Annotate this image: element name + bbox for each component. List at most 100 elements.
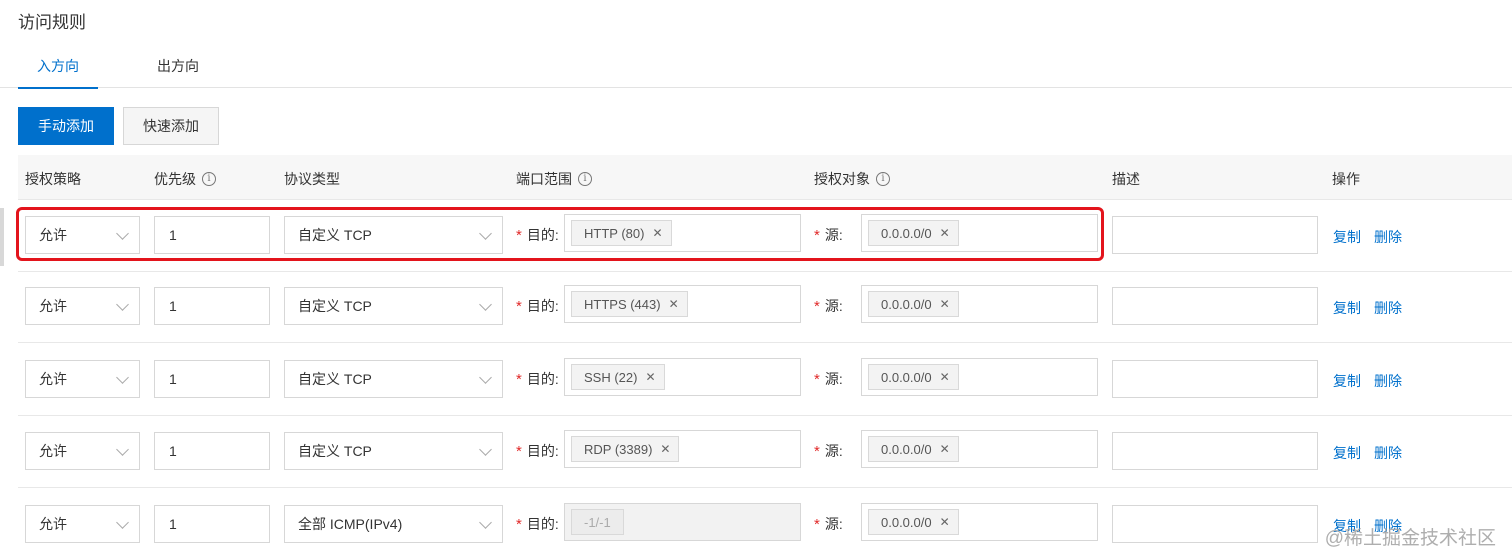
port-tag-label: RDP (3389) — [584, 441, 653, 457]
policy-select[interactable]: 允许 — [25, 432, 140, 470]
close-icon[interactable]: ✕ — [940, 370, 950, 384]
delete-link[interactable]: 删除 — [1374, 443, 1402, 463]
source-field[interactable]: 0.0.0.0/0 ✕ — [861, 214, 1098, 252]
port-range-field[interactable]: HTTPS (443) ✕ — [564, 285, 801, 323]
description-input[interactable] — [1112, 287, 1318, 325]
policy-select[interactable]: 允许 — [25, 505, 140, 543]
tab-outbound[interactable]: 出方向 — [157, 56, 199, 88]
priority-value: 1 — [169, 371, 177, 387]
source-field[interactable]: 0.0.0.0/0 ✕ — [861, 285, 1098, 323]
priority-input[interactable]: 1 — [154, 432, 270, 470]
protocol-select[interactable]: 自定义 TCP — [284, 287, 503, 325]
copy-link[interactable]: 复制 — [1333, 227, 1361, 247]
dest-label: * 目的: — [516, 287, 559, 325]
delete-link[interactable]: 删除 — [1374, 227, 1402, 247]
close-icon[interactable]: ✕ — [940, 442, 950, 456]
port-tag: SSH (22) ✕ — [571, 364, 665, 390]
drag-handle[interactable] — [0, 208, 4, 266]
priority-value: 1 — [169, 227, 177, 243]
close-icon[interactable]: ✕ — [645, 370, 655, 384]
port-range-field[interactable]: SSH (22) ✕ — [564, 358, 801, 396]
table-row: 允许 1 自定义 TCP * 目的: HTTP (80) ✕ * 源: 0.0.0.0/0 ✕ 复制删… — [18, 200, 1512, 272]
port-tag: RDP (3389) ✕ — [571, 436, 680, 462]
close-icon[interactable]: ✕ — [940, 515, 950, 529]
source-label: * 源: — [814, 505, 843, 543]
source-tag-label: 0.0.0.0/0 — [881, 369, 932, 385]
priority-input[interactable]: 1 — [154, 216, 270, 254]
copy-link[interactable]: 复制 — [1333, 371, 1361, 391]
policy-select[interactable]: 允许 — [25, 216, 140, 254]
copy-link[interactable]: 复制 — [1333, 443, 1361, 463]
source-label: * 源: — [814, 216, 843, 254]
copy-link[interactable]: 复制 — [1333, 298, 1361, 318]
col-description-label: 描述 — [1112, 171, 1140, 187]
source-field[interactable]: 0.0.0.0/0 ✕ — [861, 503, 1098, 541]
source-label-text: 源: — [824, 371, 843, 387]
dest-label-text: 目的: — [526, 298, 559, 314]
required-mark: * — [814, 442, 820, 460]
priority-value: 1 — [169, 516, 177, 532]
protocol-select[interactable]: 自定义 TCP — [284, 216, 503, 254]
chevron-down-icon — [479, 371, 492, 384]
source-field[interactable]: 0.0.0.0/0 ✕ — [861, 358, 1098, 396]
protocol-select[interactable]: 自定义 TCP — [284, 360, 503, 398]
col-policy: 授权策略 — [25, 169, 81, 189]
close-icon[interactable]: ✕ — [669, 297, 679, 311]
source-label: * 源: — [814, 432, 843, 470]
source-field[interactable]: 0.0.0.0/0 ✕ — [861, 430, 1098, 468]
description-input[interactable] — [1112, 432, 1318, 470]
col-protocol: 协议类型 — [284, 169, 340, 189]
close-icon[interactable]: ✕ — [940, 226, 950, 240]
col-port-range: 端口范围 i — [516, 169, 592, 189]
info-icon[interactable]: i — [202, 172, 216, 186]
delete-link[interactable]: 删除 — [1374, 298, 1402, 318]
source-tag-label: 0.0.0.0/0 — [881, 514, 932, 530]
description-input[interactable] — [1112, 216, 1318, 254]
priority-input[interactable]: 1 — [154, 360, 270, 398]
priority-value: 1 — [169, 443, 177, 459]
port-range-field[interactable]: -1/-1 — [564, 503, 801, 541]
page-title: 访问规则 — [18, 13, 86, 32]
protocol-value: 自定义 TCP — [298, 443, 372, 459]
priority-input[interactable]: 1 — [154, 505, 270, 543]
quick-add-button[interactable]: 快速添加 — [123, 107, 219, 145]
tab-outbound-label: 出方向 — [157, 58, 199, 74]
source-label-text: 源: — [824, 516, 843, 532]
required-mark: * — [814, 297, 820, 315]
required-mark: * — [516, 297, 522, 315]
close-icon[interactable]: ✕ — [660, 442, 670, 456]
port-range-field[interactable]: HTTP (80) ✕ — [564, 214, 801, 252]
required-mark: * — [814, 370, 820, 388]
info-icon[interactable]: i — [876, 172, 890, 186]
description-input[interactable] — [1112, 360, 1318, 398]
dest-label: * 目的: — [516, 360, 559, 398]
policy-select[interactable]: 允许 — [25, 287, 140, 325]
tab-inbound[interactable]: 入方向 — [18, 56, 98, 89]
protocol-value: 自定义 TCP — [298, 371, 372, 387]
priority-value: 1 — [169, 298, 177, 314]
policy-select[interactable]: 允许 — [25, 360, 140, 398]
source-label: * 源: — [814, 287, 843, 325]
port-range-field[interactable]: RDP (3389) ✕ — [564, 430, 801, 468]
dest-label: * 目的: — [516, 505, 559, 543]
col-priority: 优先级 i — [154, 169, 216, 189]
port-tag: HTTP (80) ✕ — [571, 220, 672, 246]
protocol-select[interactable]: 自定义 TCP — [284, 432, 503, 470]
description-input[interactable] — [1112, 505, 1318, 543]
port-tag-label: SSH (22) — [584, 369, 638, 385]
dest-label: * 目的: — [516, 216, 559, 254]
col-protocol-label: 协议类型 — [284, 171, 340, 187]
close-icon[interactable]: ✕ — [940, 297, 950, 311]
delete-link[interactable]: 删除 — [1374, 371, 1402, 391]
manual-add-button[interactable]: 手动添加 — [18, 107, 114, 145]
protocol-select[interactable]: 全部 ICMP(IPv4) — [284, 505, 503, 543]
info-icon[interactable]: i — [578, 172, 592, 186]
protocol-value: 全部 ICMP(IPv4) — [298, 516, 403, 532]
port-tag-label: HTTPS (443) — [584, 296, 661, 312]
required-mark: * — [516, 370, 522, 388]
chevron-down-icon — [479, 516, 492, 529]
col-auth-object-label: 授权对象 — [814, 171, 870, 187]
priority-input[interactable]: 1 — [154, 287, 270, 325]
dest-label-text: 目的: — [526, 227, 559, 243]
close-icon[interactable]: ✕ — [652, 226, 662, 240]
